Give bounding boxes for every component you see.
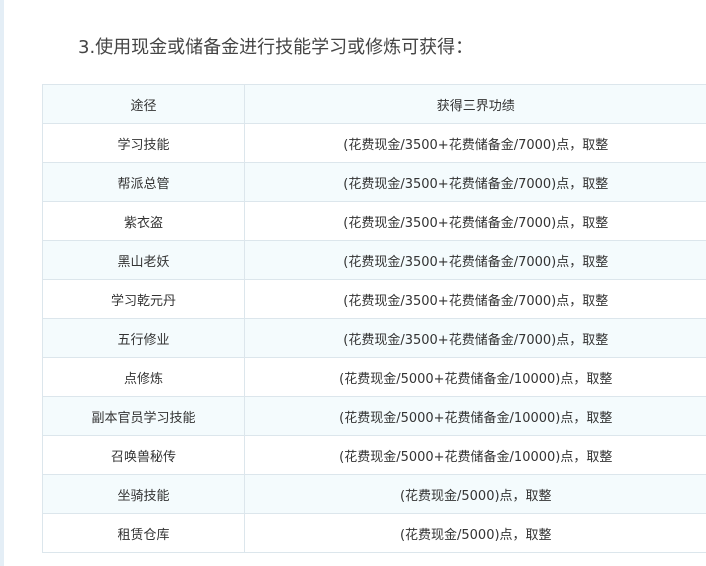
- table-row: 召唤兽秘传 (花费现金/5000+花费储备金/10000)点，取整: [42, 435, 706, 475]
- gain-cell: (花费现金/5000+花费储备金/10000)点，取整: [244, 435, 706, 475]
- route-cell: 召唤兽秘传: [42, 435, 245, 475]
- gain-cell: (花费现金/5000+花费储备金/10000)点，取整: [244, 357, 706, 397]
- gain-cell: (花费现金/5000+花费储备金/10000)点，取整: [244, 396, 706, 436]
- table-row: 紫衣盗 (花费现金/3500+花费储备金/7000)点，取整: [42, 201, 706, 241]
- gain-cell: (花费现金/3500+花费储备金/7000)点，取整: [244, 279, 706, 319]
- table-row: 坐骑技能 (花费现金/5000)点，取整: [42, 474, 706, 514]
- table-row: 学习乾元丹 (花费现金/3500+花费储备金/7000)点，取整: [42, 279, 706, 319]
- route-cell: 坐骑技能: [42, 474, 245, 514]
- table-row: 黑山老妖 (花费现金/3500+花费储备金/7000)点，取整: [42, 240, 706, 280]
- gain-cell: (花费现金/3500+花费储备金/7000)点，取整: [244, 123, 706, 163]
- table-row: 学习技能 (花费现金/3500+花费储备金/7000)点，取整: [42, 123, 706, 163]
- header-gain: 获得三界功绩: [244, 84, 706, 124]
- table-row: 租赁仓库 (花费现金/5000)点，取整: [42, 513, 706, 553]
- table-row: 五行修业 (花费现金/3500+花费储备金/7000)点，取整: [42, 318, 706, 358]
- route-cell: 学习技能: [42, 123, 245, 163]
- route-cell: 点修炼: [42, 357, 245, 397]
- route-cell: 副本官员学习技能: [42, 396, 245, 436]
- route-cell: 黑山老妖: [42, 240, 245, 280]
- page-left-edge: [0, 0, 4, 566]
- table-row: 点修炼 (花费现金/5000+花费储备金/10000)点，取整: [42, 357, 706, 397]
- route-cell: 学习乾元丹: [42, 279, 245, 319]
- section-heading: 3.使用现金或储备金进行技能学习或修炼可获得：: [78, 37, 474, 58]
- gain-cell: (花费现金/3500+花费储备金/7000)点，取整: [244, 162, 706, 202]
- table-row: 副本官员学习技能 (花费现金/5000+花费储备金/10000)点，取整: [42, 396, 706, 436]
- gain-cell: (花费现金/5000)点，取整: [244, 474, 706, 514]
- gain-cell: (花费现金/3500+花费储备金/7000)点，取整: [244, 318, 706, 358]
- header-route: 途径: [42, 84, 245, 124]
- gain-cell: (花费现金/3500+花费储备金/7000)点，取整: [244, 201, 706, 241]
- route-cell: 租赁仓库: [42, 513, 245, 553]
- table-row: 帮派总管 (花费现金/3500+花费储备金/7000)点，取整: [42, 162, 706, 202]
- table-header-row: 途径 获得三界功绩: [42, 84, 706, 124]
- route-cell: 帮派总管: [42, 162, 245, 202]
- route-cell: 五行修业: [42, 318, 245, 358]
- merit-table: 途径 获得三界功绩 学习技能 (花费现金/3500+花费储备金/7000)点，取…: [42, 84, 706, 553]
- gain-cell: (花费现金/5000)点，取整: [244, 513, 706, 553]
- gain-cell: (花费现金/3500+花费储备金/7000)点，取整: [244, 240, 706, 280]
- route-cell: 紫衣盗: [42, 201, 245, 241]
